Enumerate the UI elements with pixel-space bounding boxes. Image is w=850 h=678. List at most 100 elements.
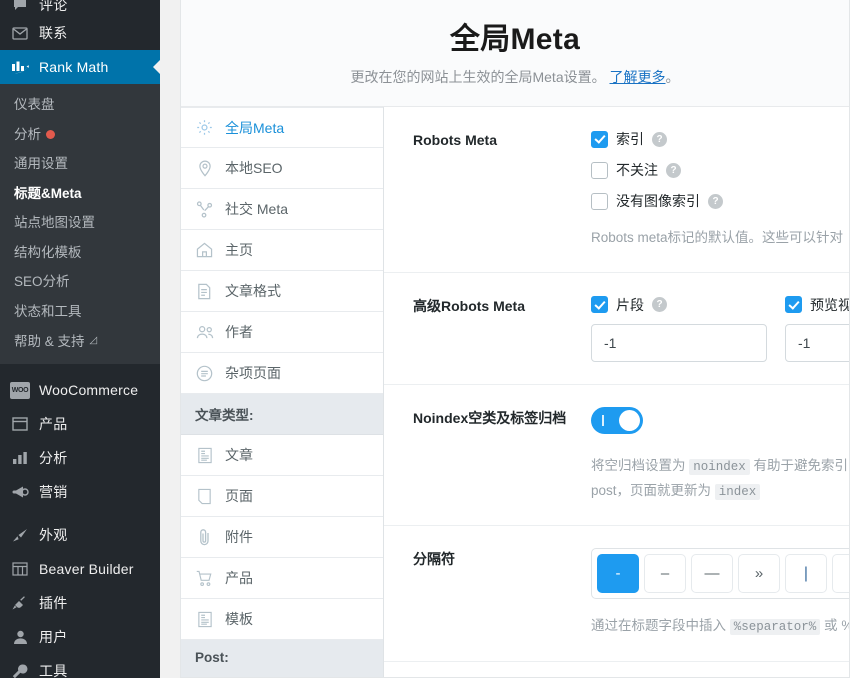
nav-item-posts[interactable]: 文章: [181, 435, 383, 476]
submenu-label: 站点地图设置: [14, 215, 95, 231]
separator-option-dash[interactable]: -: [597, 554, 639, 594]
help-icon[interactable]: ?: [666, 162, 681, 178]
woo-icon: WOO: [10, 380, 30, 400]
nav-group-post: Post:: [181, 640, 383, 677]
sidebar-item-analytics[interactable]: 分析: [0, 441, 160, 475]
separator-option-bullet[interactable]: •: [832, 554, 849, 594]
submenu-label: 结构化模板: [14, 244, 82, 260]
sidebar-divider-2: [0, 509, 160, 518]
separator-option-pipe[interactable]: |: [785, 554, 827, 594]
sidebar-item-label: 评论: [39, 0, 68, 13]
separator-option-endash[interactable]: –: [644, 554, 686, 594]
sidebar-item-label: 外观: [39, 527, 68, 544]
nav-item-local-seo[interactable]: 本地SEO: [181, 148, 383, 189]
sidebar-item-products[interactable]: 产品: [0, 407, 160, 441]
nav-item-label: 作者: [225, 324, 253, 340]
checkbox-row-video-preview[interactable]: 预览视频: [785, 295, 849, 315]
nav-item-templates[interactable]: 模板: [181, 599, 383, 640]
checkbox-noimageindex[interactable]: [591, 192, 608, 210]
submenu-item-sitemap[interactable]: 站点地图设置: [0, 208, 160, 238]
field-label: Robots Meta: [413, 132, 497, 148]
nav-item-attachments[interactable]: 附件: [181, 517, 383, 558]
submenu-item-help-support[interactable]: 帮助 & 支持 ◿: [0, 327, 160, 357]
field-control: 将空归档设置为 noindex 有助于避免索引 post，页面就更新为 inde…: [591, 406, 849, 504]
snippet-length-input[interactable]: [591, 323, 767, 362]
nav-item-global-meta[interactable]: 全局Meta: [181, 107, 383, 148]
home-icon: [195, 241, 214, 260]
submenu-label: 分析: [14, 126, 41, 142]
checkbox-row-nofollow[interactable]: 不关注 ?: [591, 160, 849, 180]
checkbox-label: 索引: [616, 131, 644, 147]
checkbox-row-snippet[interactable]: 片段 ?: [591, 295, 767, 315]
desc-part-1: 通过在标题字段中插入: [591, 618, 726, 634]
sidebar-item-label: Beaver Builder: [39, 561, 134, 578]
brush-icon: [10, 525, 30, 545]
sidebar-item-tools[interactable]: 工具: [0, 654, 160, 678]
nav-item-pages[interactable]: 页面: [181, 476, 383, 517]
app-screen: 评论 联系 Rank Math 仪表盘 分析 通用设置 标题&Meta 站点地图…: [0, 0, 850, 678]
checkbox-nofollow[interactable]: [591, 161, 608, 179]
help-icon[interactable]: ?: [708, 193, 723, 209]
sidebar-item-plugins[interactable]: 插件: [0, 586, 160, 620]
cart-icon: [195, 569, 214, 588]
submenu-item-status-tools[interactable]: 状态和工具: [0, 297, 160, 327]
checkbox-index[interactable]: [591, 130, 608, 148]
sidebar-item-label: 工具: [39, 663, 68, 678]
checkbox-row-index[interactable]: 索引 ?: [591, 129, 849, 149]
product-icon: [10, 414, 30, 434]
paperclip-icon: [195, 528, 214, 547]
nav-item-social-meta[interactable]: 社交 Meta: [181, 189, 383, 230]
document-icon: [195, 282, 214, 301]
help-icon[interactable]: ?: [652, 131, 667, 147]
noindex-toggle[interactable]: [591, 406, 643, 434]
nav-item-authors[interactable]: 作者: [181, 312, 383, 353]
nav-item-homepage[interactable]: 主页: [181, 230, 383, 271]
external-link-icon: ◿: [89, 335, 98, 347]
page-header: 全局Meta 更改在您的网站上生效的全局Meta设置。 了解更多。: [181, 0, 849, 107]
submenu-item-dashboard[interactable]: 仪表盘: [0, 90, 160, 120]
submenu-item-seo-analysis[interactable]: SEO分析: [0, 267, 160, 297]
sidebar-item-rank-math[interactable]: Rank Math: [0, 50, 160, 84]
wrench-icon: [10, 661, 30, 678]
field-advanced-robots-meta: 高级Robots Meta 片段 ? -1 预览 -1: [384, 273, 849, 385]
desc-code-noindex: noindex: [689, 458, 750, 475]
video-preview-length-input[interactable]: [785, 323, 849, 362]
subtitle-text: 更改在您的网站上生效的全局Meta设置。: [350, 69, 606, 85]
field-description: 将空归档设置为 noindex 有助于避免索引 post，页面就更新为 inde…: [591, 454, 849, 504]
help-icon[interactable]: ?: [652, 297, 667, 313]
nav-item-label: 文章: [225, 447, 253, 463]
sidebar-item-woocommerce[interactable]: WOO WooCommerce: [0, 373, 160, 407]
learn-more-link[interactable]: 了解更多: [610, 69, 666, 85]
checkbox-snippet[interactable]: [591, 296, 608, 314]
sidebar-item-label: 营销: [39, 484, 68, 501]
submenu-item-titles-meta[interactable]: 标题&Meta: [0, 179, 160, 209]
separator-option-emdash[interactable]: —: [691, 554, 733, 594]
sidebar-item-users[interactable]: 用户: [0, 620, 160, 654]
checkbox-video-preview[interactable]: [785, 296, 802, 314]
checkbox-row-noimageindex[interactable]: 没有图像索引 ?: [591, 191, 849, 211]
desc-part-2: 有助于避免索引: [753, 457, 849, 473]
sidebar-item-marketing[interactable]: 营销: [0, 475, 160, 509]
desc-part-1: 将空归档设置为: [591, 457, 686, 473]
submenu-label: 帮助 & 支持: [14, 333, 85, 349]
rank-math-submenu: 仪表盘 分析 通用设置 标题&Meta 站点地图设置 结构化模板 SEO分析 状…: [0, 84, 160, 365]
separator-option-raquo[interactable]: »: [738, 554, 780, 594]
desc-part-3: post，页面就更新为: [591, 482, 712, 498]
submenu-item-general-settings[interactable]: 通用设置: [0, 149, 160, 179]
separator-options: - – — » | •: [591, 548, 849, 600]
main-area: 全局Meta 更改在您的网站上生效的全局Meta设置。 了解更多。 全局Meta…: [160, 0, 850, 678]
field-control: - – — » | • 通过在标题字段中插入 %separator% 或: [591, 548, 849, 639]
nav-item-product[interactable]: 产品: [181, 558, 383, 599]
sidebar-item-comments[interactable]: 评论: [0, 0, 160, 16]
submenu-item-analytics[interactable]: 分析: [0, 120, 160, 150]
sidebar-item-appearance[interactable]: 外观: [0, 518, 160, 552]
submenu-item-schema-templates[interactable]: 结构化模板: [0, 238, 160, 268]
nav-item-post-format[interactable]: 文章格式: [181, 271, 383, 312]
sidebar-item-beaver-builder[interactable]: Beaver Builder: [0, 552, 160, 586]
submenu-label: 仪表盘: [14, 97, 55, 112]
nav-item-label: 模板: [225, 611, 253, 627]
nav-item-misc-pages[interactable]: 杂项页面: [181, 353, 383, 394]
sidebar-item-contact[interactable]: 联系: [0, 16, 160, 50]
field-control: 索引 ? 不关注 ? 没有图像索引 ? Robots meta标记的默认值。这些…: [591, 129, 849, 250]
gear-icon: [195, 118, 214, 137]
